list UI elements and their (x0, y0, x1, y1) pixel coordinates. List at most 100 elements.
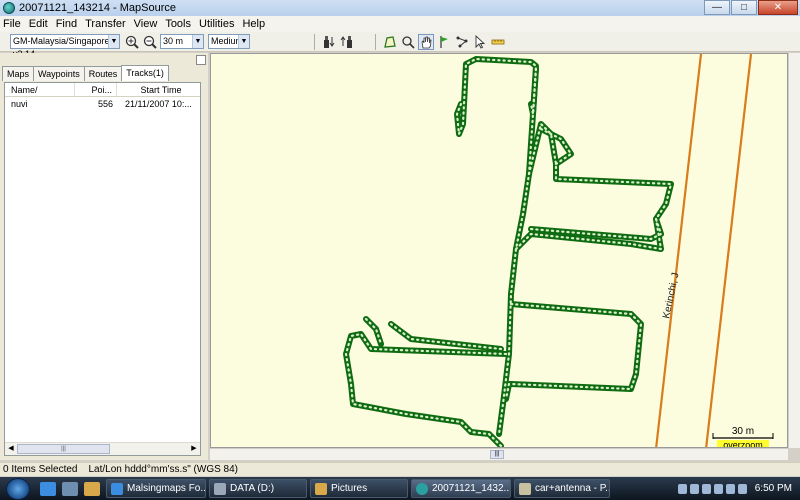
tab-routes[interactable]: Routes (83, 66, 123, 81)
scrollbar-thumb[interactable]: ||| (17, 444, 110, 454)
menu-tools[interactable]: Tools (165, 18, 191, 30)
tray-icon[interactable] (689, 483, 699, 494)
title-bar: 20071121_143214 - MapSource — □ ✕ (0, 0, 800, 16)
table-row[interactable]: nuvi 556 21/11/2007 10:... (5, 97, 200, 111)
menu-utilities[interactable]: Utilities (199, 18, 234, 30)
road-line (705, 54, 753, 447)
overzoom-label: overzoom (723, 440, 763, 448)
coordinate-format: Lat/Lon hddd°mm'ss.s" (WGS 84) (88, 464, 238, 475)
device-receive-icon (324, 35, 335, 48)
toolbar-separator (314, 33, 315, 50)
selection-status: 0 Items Selected (3, 464, 78, 475)
map-view[interactable]: Kerinchi, J 30 m overzoom (210, 53, 788, 448)
tab-waypoints[interactable]: Waypoints (33, 66, 85, 81)
close-button[interactable]: ✕ (758, 0, 798, 15)
distance-tool-button[interactable] (490, 34, 506, 50)
column-name[interactable]: Name (5, 83, 35, 96)
task-car-antenna[interactable]: car+antenna - P... (514, 479, 610, 498)
device-send-icon (340, 35, 352, 48)
map-tool-button[interactable] (382, 34, 398, 50)
map-canvas[interactable]: Kerinchi, J 30 m overzoom (211, 54, 788, 448)
data-tabs: Maps Waypoints Routes Tracks(1) (2, 65, 169, 81)
chevron-down-icon: ▼ (192, 35, 203, 48)
start-button[interactable] (6, 477, 30, 500)
hand-tool-button[interactable] (418, 33, 434, 50)
zoom-tool-button[interactable] (400, 34, 416, 50)
maximize-button[interactable]: □ (731, 0, 757, 15)
menu-help[interactable]: Help (242, 18, 265, 30)
zoom-in-icon (125, 35, 139, 49)
mapsource-app-icon (3, 2, 15, 14)
list-horizontal-scrollbar[interactable]: ◀ ||| ▶ (5, 442, 200, 455)
zoom-level-select[interactable]: 30 m ▼ (160, 34, 204, 49)
sort-indicator: / (35, 83, 75, 96)
panel-toggle-button[interactable] (196, 55, 206, 65)
detail-select[interactable]: Medium ▼ (208, 34, 250, 49)
tray-icon[interactable] (701, 483, 711, 494)
menu-view[interactable]: View (134, 18, 158, 30)
tracks-list-header: Name / Poi... Start Time (5, 83, 200, 97)
clock[interactable]: 6:50 PM (755, 483, 792, 494)
tray-icon[interactable] (677, 483, 687, 494)
tab-tracks[interactable]: Tracks(1) (121, 65, 169, 81)
taskbar: Malsingmaps Fo... DATA (D:) Pictures 200… (0, 477, 800, 500)
selection-tool-button[interactable] (472, 34, 488, 50)
route-tool-button[interactable] (454, 34, 470, 50)
receive-from-device-button[interactable] (321, 34, 337, 50)
data-panel: Maps Waypoints Routes Tracks(1) Name / P… (0, 53, 208, 460)
scrollbar-thumb[interactable]: ||| (490, 450, 504, 459)
map-product-select[interactable]: GM-Malaysia/Singapore v2.14 ▼ (10, 34, 120, 59)
scroll-left-icon[interactable]: ◀ (6, 444, 16, 454)
map-horizontal-scrollbar[interactable]: ||| (210, 448, 788, 460)
column-points[interactable]: Poi... (75, 83, 117, 96)
toolbar: GM-Malaysia/Singapore v2.14 ▼ 30 m ▼ Med… (0, 32, 800, 59)
folder-quicklaunch-icon[interactable] (84, 481, 100, 496)
system-tray: 6:50 PM (675, 477, 800, 500)
waypoint-tool-button[interactable] (436, 34, 452, 50)
chevron-down-icon: ▼ (108, 35, 119, 48)
zoom-out-button[interactable] (142, 34, 158, 50)
track-points: 556 (97, 99, 113, 109)
menu-edit[interactable]: Edit (29, 18, 48, 30)
menu-find[interactable]: Find (56, 18, 77, 30)
task-mapsource[interactable]: 20071121_1432... (411, 479, 511, 498)
window-controls: — □ ✕ (703, 0, 798, 15)
tracks-list: Name / Poi... Start Time nuvi 556 21/11/… (4, 82, 201, 456)
zoom-in-button[interactable] (124, 34, 140, 50)
task-malsingmaps[interactable]: Malsingmaps Fo... (106, 479, 206, 498)
toolbar-separator (375, 33, 376, 50)
hand-icon (421, 36, 432, 48)
menu-transfer[interactable]: Transfer (85, 18, 126, 30)
map-vertical-scrollbar[interactable] (788, 53, 800, 448)
network-icon[interactable] (725, 483, 735, 494)
volume-icon[interactable] (737, 483, 747, 494)
folder-icon (315, 483, 327, 495)
zoom-out-icon (143, 35, 157, 49)
map-tool-icon (384, 35, 396, 48)
drive-icon (214, 483, 226, 495)
send-to-device-button[interactable] (339, 34, 355, 50)
mapsource-icon (416, 483, 428, 495)
route-icon (456, 36, 468, 47)
ruler-icon (491, 39, 505, 44)
window-title: 20071121_143214 - MapSource (19, 2, 176, 14)
column-start-time[interactable]: Start Time (117, 83, 199, 96)
task-pictures[interactable]: Pictures (310, 479, 408, 498)
scroll-right-icon[interactable]: ▶ (189, 444, 199, 454)
browser-icon (111, 483, 123, 495)
track-start-time: 21/11/2007 10:... (125, 99, 192, 109)
desktop-quicklaunch-icon[interactable] (62, 481, 78, 496)
tab-maps[interactable]: Maps (2, 66, 35, 81)
image-icon (519, 483, 531, 495)
browser-quicklaunch-icon[interactable] (40, 481, 56, 496)
pointer-icon (475, 34, 486, 49)
road-label: Kerinchi, J (661, 272, 681, 320)
track-name: nuvi (11, 99, 28, 109)
minimize-button[interactable]: — (704, 0, 730, 15)
menu-file[interactable]: File (3, 18, 21, 30)
flag-icon (440, 35, 448, 48)
task-data-drive[interactable]: DATA (D:) (209, 479, 307, 498)
status-bar: 0 Items Selected Lat/Lon hddd°mm'ss.s" (… (0, 462, 800, 476)
tray-icon[interactable] (713, 483, 723, 494)
zoom-level-value: 30 m (163, 36, 184, 46)
